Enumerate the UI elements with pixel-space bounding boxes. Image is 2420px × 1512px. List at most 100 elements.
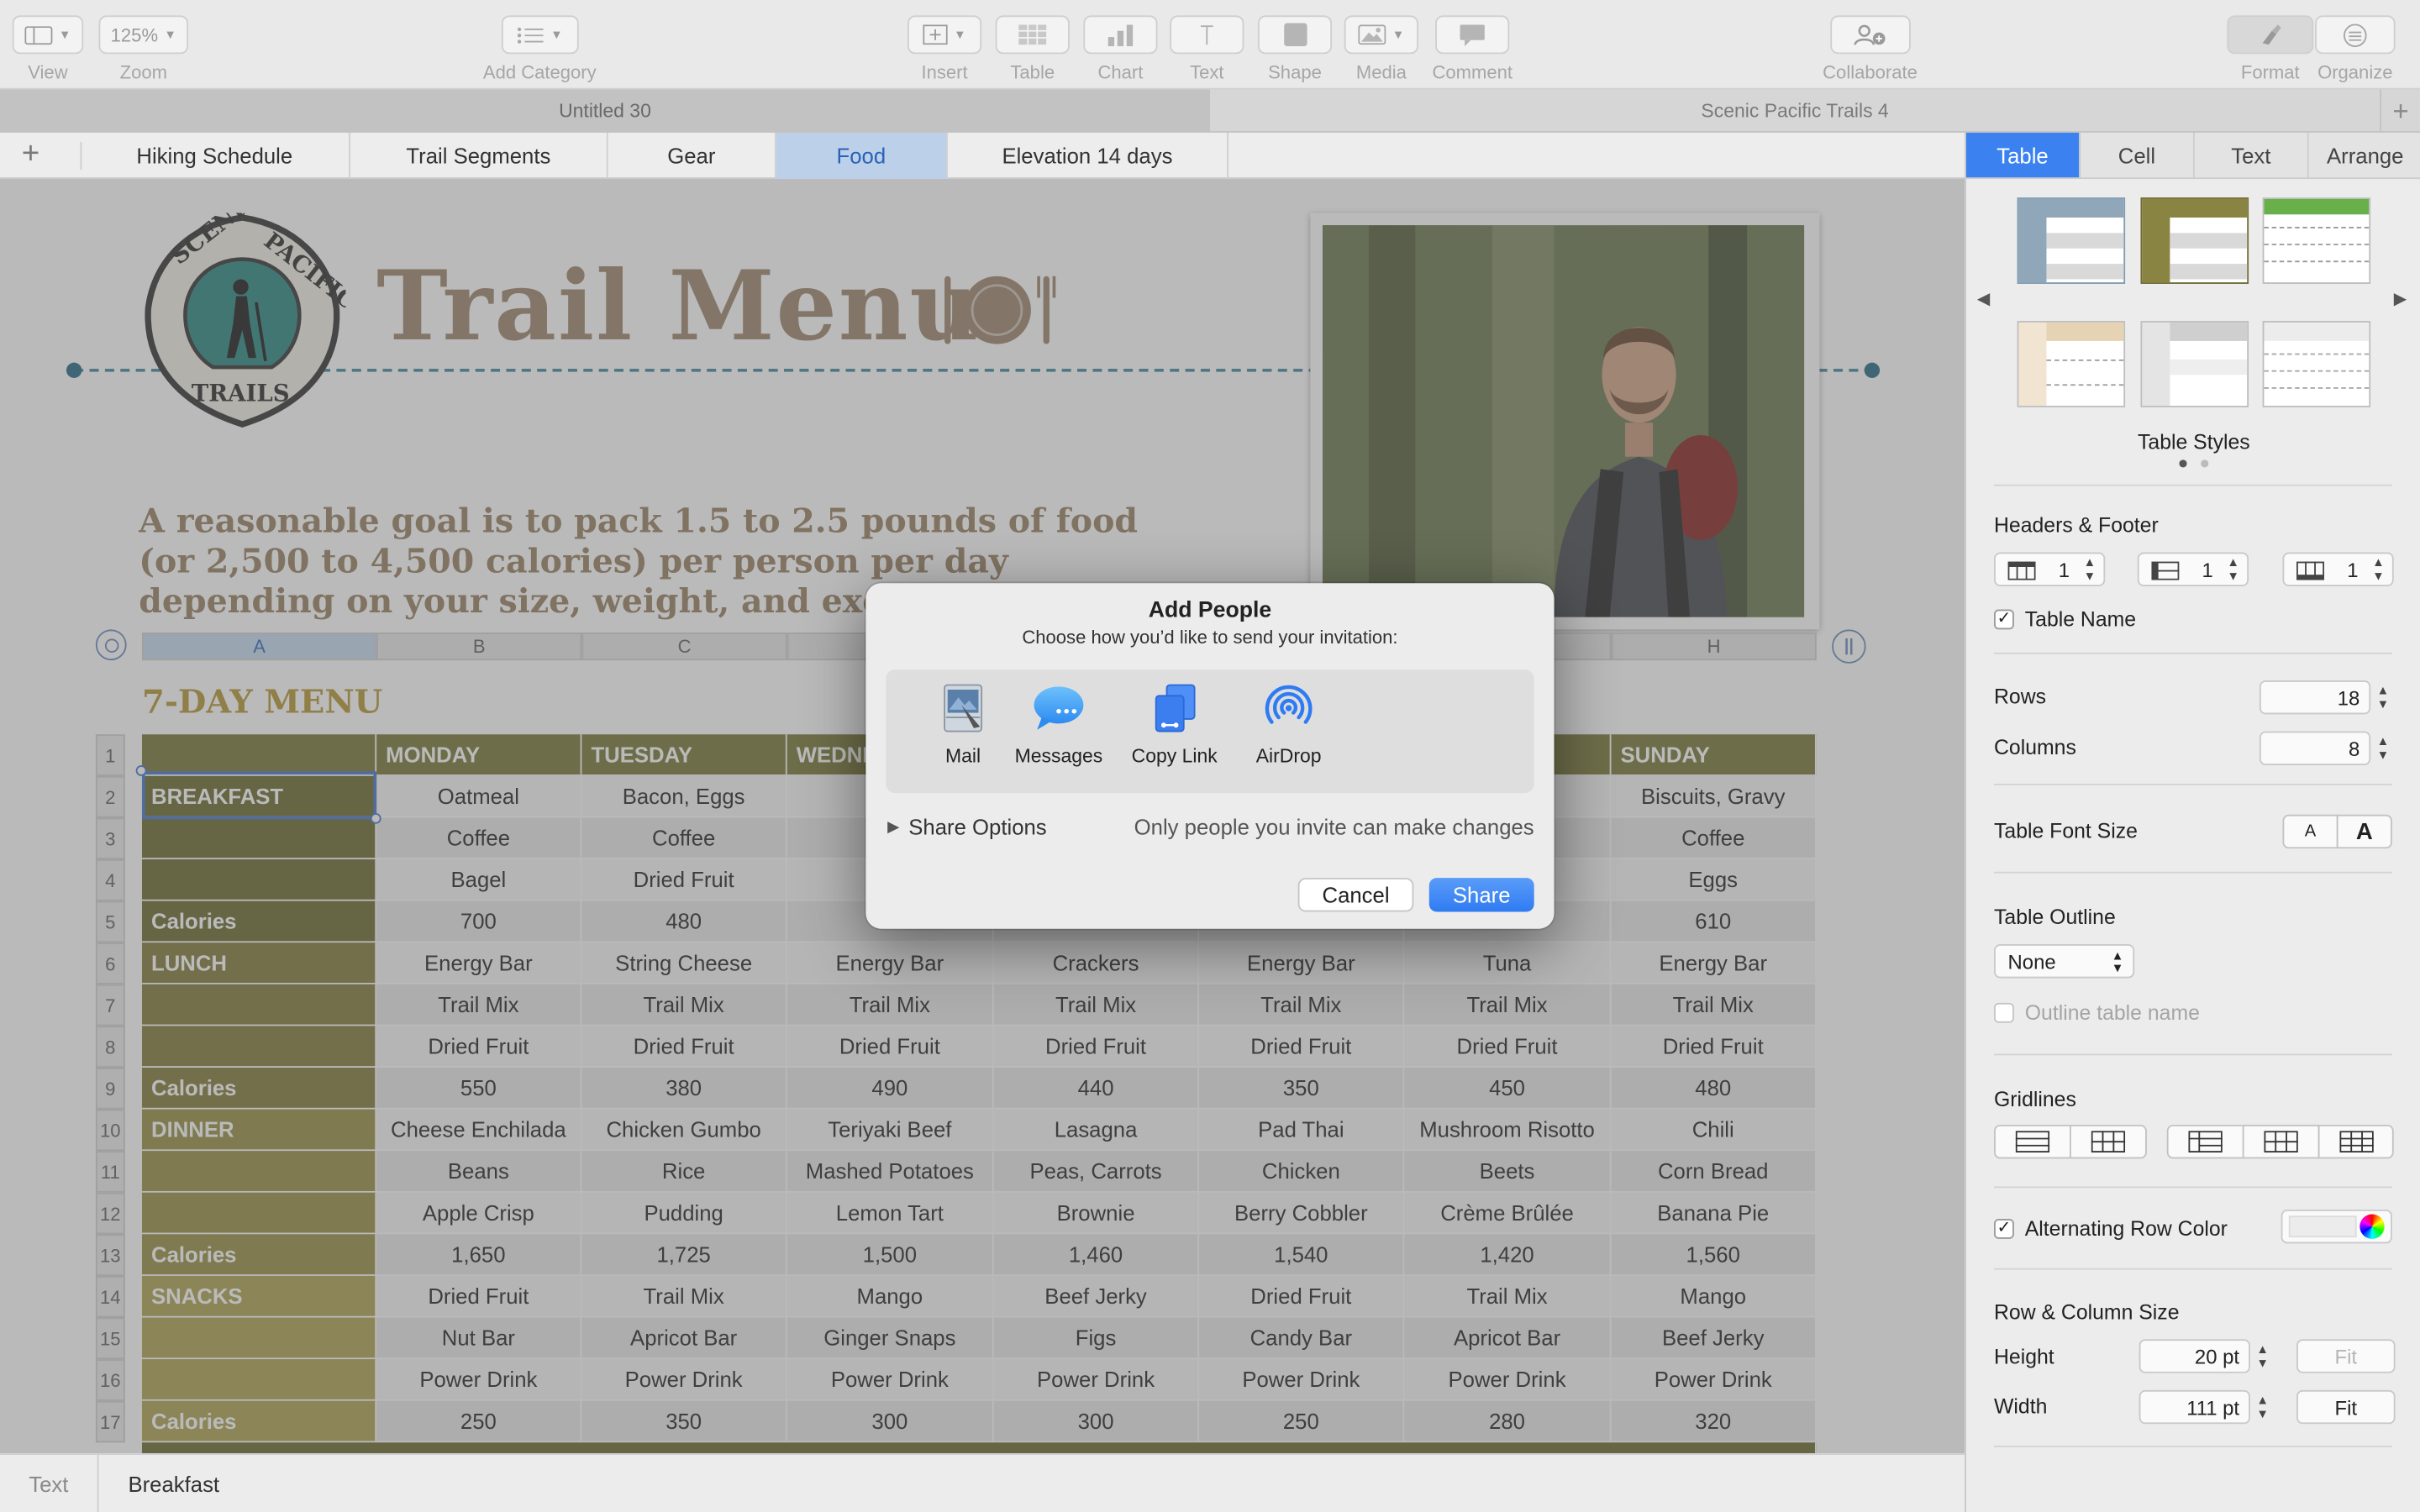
comment-control[interactable]: Comment — [1432, 15, 1512, 83]
selection-handle[interactable] — [135, 765, 147, 776]
tab-table[interactable]: Table — [1965, 132, 2081, 178]
stepper[interactable]: ▲ ▼ — [2224, 553, 2243, 586]
table-cell[interactable]: Crème Brûlée — [1404, 1192, 1612, 1235]
table-cell[interactable]: Apricot Bar — [581, 1317, 787, 1360]
table-cell[interactable]: Trail Mix — [1404, 1275, 1612, 1318]
table-cell[interactable]: Beef Jerky — [993, 1275, 1200, 1318]
cancel-button[interactable]: Cancel — [1297, 878, 1414, 912]
text-control[interactable]: Text — [1170, 15, 1244, 83]
table-row-label-cell[interactable]: Calories — [141, 900, 377, 943]
table-cell[interactable]: Energy Bar — [376, 942, 582, 984]
table-row-label-cell[interactable] — [141, 1192, 377, 1235]
gridlines-header-column-button[interactable] — [2242, 1124, 2320, 1159]
table-cell[interactable]: Bagel — [376, 859, 582, 901]
format-control[interactable]: Format — [2227, 15, 2314, 83]
table-cell[interactable]: 480 — [581, 900, 787, 943]
table-cell[interactable]: Chicken — [1199, 1151, 1405, 1193]
table-header-cell[interactable] — [141, 734, 377, 776]
chart-control[interactable]: Chart — [1083, 15, 1158, 83]
table-row-label-cell[interactable] — [141, 1151, 377, 1193]
line-endpoint[interactable] — [66, 362, 82, 378]
table-cell[interactable]: Candy Bar — [1199, 1317, 1405, 1360]
stepper[interactable]: ▲ ▼ — [2374, 732, 2392, 765]
table-cell[interactable]: Energy Bar — [786, 942, 994, 984]
table-cell[interactable]: 300 — [993, 1400, 1200, 1443]
row-header[interactable]: 15 — [95, 1317, 125, 1360]
table-cell[interactable]: Dried Fruit — [581, 859, 787, 901]
doc-tab-untitled[interactable]: Untitled 30 — [0, 89, 1210, 133]
table-style-thumb[interactable] — [2140, 321, 2249, 407]
table-style-thumb[interactable] — [2017, 197, 2126, 284]
shape-control[interactable]: Shape — [1257, 15, 1333, 83]
table-cell[interactable]: Dried Fruit — [581, 1026, 787, 1068]
table-cell[interactable]: Power Drink — [993, 1359, 1200, 1401]
table-cell[interactable]: Power Drink — [786, 1359, 994, 1401]
table-cell[interactable]: 440 — [993, 1067, 1200, 1110]
table-cell[interactable]: Trail Mix — [376, 984, 582, 1026]
table-cell[interactable]: 490 — [786, 1067, 994, 1110]
table-cell[interactable]: 1,560 — [1611, 1234, 1817, 1276]
share-via-messages[interactable]: Messages — [997, 682, 1121, 767]
table-cell[interactable]: Trail Mix — [1404, 984, 1612, 1026]
table-name-checkbox[interactable]: ✓ — [1994, 609, 2014, 630]
alternating-row-color-well[interactable] — [2281, 1209, 2392, 1244]
table-cell[interactable]: Trail Mix — [786, 984, 994, 1026]
table-cell[interactable]: Power Drink — [1611, 1359, 1817, 1401]
table-cell[interactable]: Mushroom Risotto — [1404, 1109, 1612, 1152]
table-cell[interactable]: Dried Fruit — [993, 1026, 1200, 1068]
add-sheet-button[interactable]: + — [22, 137, 39, 172]
table-row-label-cell[interactable] — [141, 1359, 377, 1401]
row-header[interactable]: 6 — [95, 942, 125, 984]
table-cell[interactable]: Coffee — [1611, 817, 1817, 860]
row-header[interactable]: 1 — [95, 734, 125, 776]
table-header-cell[interactable]: MONDAY — [376, 734, 582, 776]
fit-width-button[interactable]: Fit — [2296, 1389, 2396, 1425]
column-width-field[interactable]: 111 pt — [2139, 1389, 2250, 1425]
table-cell[interactable]: Corn Bread — [1611, 1151, 1817, 1193]
table-cell[interactable]: Trail Mix — [1611, 984, 1817, 1026]
row-header[interactable]: 4 — [95, 859, 125, 901]
row-header[interactable]: 5 — [95, 900, 125, 943]
doc-tab-scenic-pacific[interactable]: Scenic Pacific Trails 4 — [1210, 90, 2380, 133]
row-height-field[interactable]: 20 pt — [2139, 1339, 2250, 1373]
table-cell[interactable]: Chicken Gumbo — [581, 1109, 787, 1152]
table-cell[interactable]: Apricot Bar — [1404, 1317, 1612, 1360]
table-header-cell[interactable]: TUESDAY — [581, 734, 787, 776]
insert-control[interactable]: ▼ Insert — [907, 15, 982, 83]
increase-font-size-button[interactable]: A — [2336, 814, 2392, 849]
table-cell[interactable]: 1,500 — [786, 1234, 994, 1276]
table-row-label-cell[interactable] — [141, 1317, 377, 1360]
shape-button[interactable] — [1257, 15, 1333, 55]
selected-cell-outline[interactable] — [141, 771, 377, 820]
table-cell[interactable]: Ginger Snaps — [786, 1317, 994, 1360]
table-cell[interactable]: Trail Mix — [993, 984, 1200, 1026]
tab-elevation-14-days[interactable]: Elevation 14 days — [948, 132, 1229, 180]
stepper[interactable]: ▲ ▼ — [2369, 553, 2387, 586]
row-header[interactable]: 11 — [95, 1151, 125, 1193]
row-header[interactable]: 8 — [95, 1026, 125, 1068]
table-row-label-cell[interactable]: SNACKS — [141, 1275, 377, 1318]
table-cell[interactable]: Pudding — [581, 1192, 787, 1235]
table-cell[interactable]: Brownie — [993, 1192, 1200, 1235]
decrease-font-size-button[interactable]: A — [2282, 814, 2338, 849]
gridlines-footer-button[interactable] — [2317, 1124, 2394, 1159]
table-control[interactable]: Table — [995, 15, 1070, 83]
table-row-label-cell[interactable]: LUNCH — [141, 942, 377, 984]
collaborate-button[interactable] — [1829, 15, 1911, 55]
table-cell[interactable]: 700 — [376, 900, 582, 943]
collaborate-control[interactable]: Collaborate — [1823, 15, 1918, 83]
table-style-thumb[interactable] — [2262, 197, 2371, 284]
table-cell[interactable]: Dried Fruit — [1611, 1026, 1817, 1068]
table-header-cell[interactable]: SUNDAY — [1611, 734, 1817, 776]
table-cell[interactable]: Trail Mix — [581, 984, 787, 1026]
share-button[interactable]: Share — [1428, 878, 1534, 912]
table-row-label-cell[interactable]: Calories — [141, 1234, 377, 1276]
table-cell[interactable]: 380 — [581, 1067, 787, 1110]
tab-gear[interactable]: Gear — [608, 132, 776, 180]
organize-button[interactable] — [2315, 15, 2396, 55]
zoom-control[interactable]: 125% ▼ Zoom — [98, 15, 189, 83]
table-cell[interactable]: 250 — [376, 1400, 582, 1443]
table-cell[interactable]: Beef Jerky — [1611, 1317, 1817, 1360]
chart-button[interactable] — [1083, 15, 1158, 55]
stepper[interactable]: ▲ ▼ — [2374, 680, 2392, 714]
